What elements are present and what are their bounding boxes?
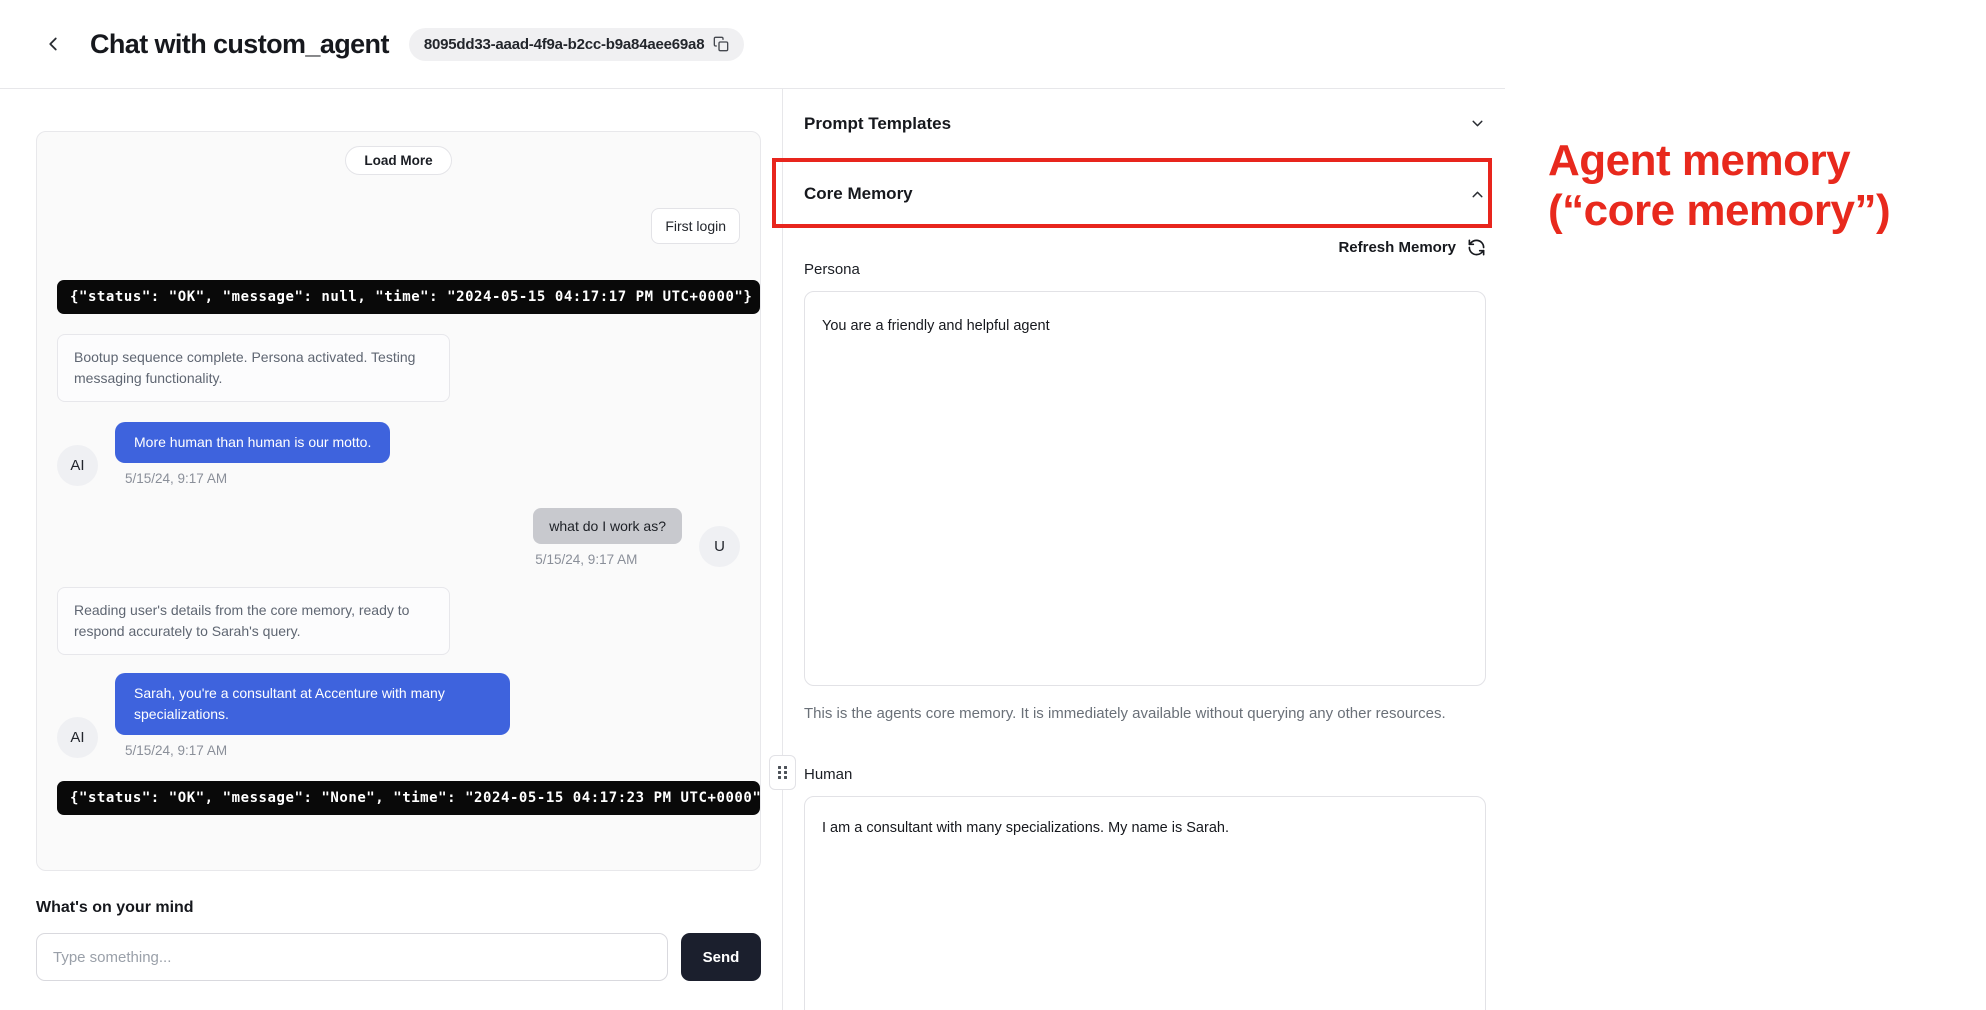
chevron-down-icon[interactable] (1469, 115, 1486, 132)
human-label: Human (804, 766, 1486, 783)
agent-message-row: AI More human than human is our motto. 5… (57, 422, 740, 486)
user-avatar: U (699, 526, 740, 567)
system-event-badge: First login (651, 208, 740, 244)
agent-avatar: AI (57, 717, 98, 758)
chevron-left-icon (42, 33, 64, 55)
load-more-button[interactable]: Load More (345, 146, 451, 175)
json-event-message: {"status": "OK", "message": null, "time"… (57, 280, 760, 314)
prompt-templates-title: Prompt Templates (804, 114, 951, 134)
message-timestamp: 5/15/24, 9:17 AM (535, 552, 637, 567)
inner-monologue-message: Reading user's details from the core mem… (57, 587, 450, 655)
message-input[interactable] (36, 933, 668, 981)
agent-id: 8095dd33-aaad-4f9a-b2cc-b9a84aee69a8 (424, 36, 705, 53)
agent-message-bubble: More human than human is our motto. (115, 422, 390, 463)
agent-message-row: AI Sarah, you're a consultant at Accentu… (57, 673, 740, 758)
annotation-line-1: Agent memory (1548, 136, 1890, 186)
message-timestamp: 5/15/24, 9:17 AM (125, 743, 510, 758)
user-message-bubble: what do I work as? (533, 508, 682, 544)
core-memory-description: This is the agents core memory. It is im… (804, 703, 1454, 725)
copy-icon[interactable] (713, 36, 729, 52)
chat-message-list: Load More First login {"status": "OK", "… (36, 131, 761, 871)
memory-panel: Prompt Templates Core Memory Refresh Mem… (783, 89, 1505, 1010)
agent-avatar: AI (57, 445, 98, 486)
agent-id-badge[interactable]: 8095dd33-aaad-4f9a-b2cc-b9a84aee69a8 (409, 28, 745, 61)
core-memory-title: Core Memory (804, 184, 913, 204)
chevron-up-icon[interactable] (1469, 186, 1486, 203)
refresh-memory-button[interactable]: Refresh Memory (804, 238, 1486, 257)
panel-resize-handle[interactable] (769, 755, 796, 790)
back-button[interactable] (40, 31, 66, 57)
send-button[interactable]: Send (681, 933, 761, 981)
user-message-row: what do I work as? 5/15/24, 9:17 AM U (57, 508, 740, 567)
refresh-icon[interactable] (1467, 238, 1486, 257)
header: Chat with custom_agent 8095dd33-aaad-4f9… (0, 0, 1505, 89)
main-area: Load More First login {"status": "OK", "… (0, 89, 1505, 1010)
json-event-message: {"status": "OK", "message": "None", "tim… (57, 781, 760, 815)
persona-label: Persona (804, 261, 1486, 278)
app-content: Chat with custom_agent 8095dd33-aaad-4f9… (0, 0, 1505, 1010)
core-memory-section-toggle[interactable]: Core Memory (804, 159, 1486, 229)
refresh-memory-label: Refresh Memory (1338, 239, 1456, 256)
annotation-text: Agent memory (“core memory”) (1548, 136, 1890, 236)
chat-column: Load More First login {"status": "OK", "… (0, 89, 783, 1010)
compose-label: What's on your mind (36, 899, 761, 917)
prompt-templates-section-toggle[interactable]: Prompt Templates (804, 89, 1486, 159)
human-textarea[interactable]: I am a consultant with many specializati… (804, 796, 1486, 1010)
agent-message-bubble: Sarah, you're a consultant at Accenture … (115, 673, 510, 735)
annotation-line-2: (“core memory”) (1548, 186, 1890, 236)
inner-monologue-message: Bootup sequence complete. Persona activa… (57, 334, 450, 402)
grip-dots-icon (778, 766, 787, 779)
message-timestamp: 5/15/24, 9:17 AM (125, 471, 390, 486)
page-title: Chat with custom_agent (90, 29, 389, 60)
persona-textarea[interactable]: You are a friendly and helpful agent (804, 291, 1486, 686)
